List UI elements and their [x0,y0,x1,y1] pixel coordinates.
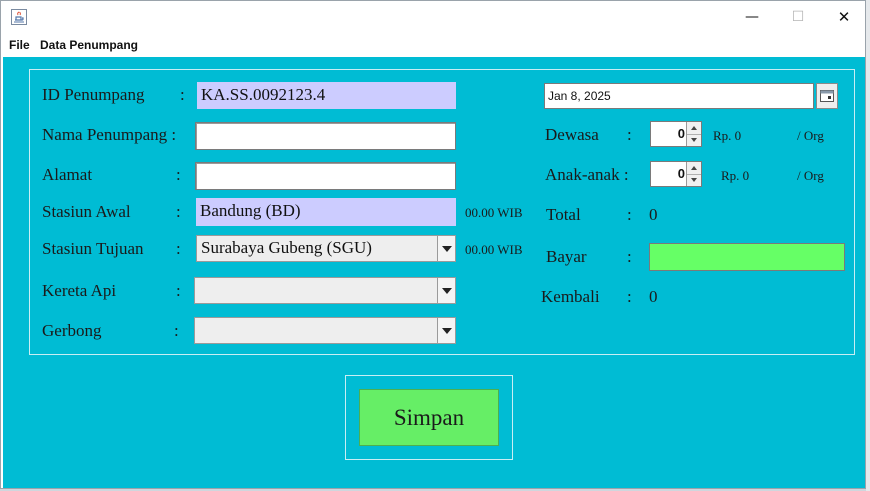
nama-penumpang-label: Nama Penumpang : [42,125,177,144]
chevron-down-icon[interactable] [437,236,455,261]
kembali-value: 0 [649,287,658,306]
stasiun-tujuan-label: Stasiun Tujuan [42,239,144,258]
kereta-api-colon: : [176,281,181,300]
anak-anak-unit: / Org [797,168,824,183]
bayar-input[interactable] [649,243,845,271]
dewasa-colon: : [627,125,632,144]
save-button-frame: Simpan [345,375,513,460]
alamat-colon: : [176,165,181,184]
anak-anak-label: Anak-anak : [545,165,629,184]
stasiun-awal-time: 00.00 WIB [465,205,523,220]
gerbong-label: Gerbong [42,321,102,340]
java-app-icon [11,9,27,25]
dewasa-label: Dewasa [545,125,599,144]
stasiun-awal-label: Stasiun Awal [42,202,131,221]
calendar-icon [820,90,834,102]
gerbong-dropdown[interactable] [194,317,456,344]
gerbong-colon: : [174,321,179,340]
kembali-colon: : [627,287,632,306]
id-penumpang-label: ID Penumpang [42,85,145,104]
close-button[interactable]: ✕ [821,1,867,33]
stasiun-tujuan-time: 00.00 WIB [465,242,523,257]
bayar-colon: : [627,247,632,266]
spinner-down-icon[interactable] [687,174,701,186]
dewasa-count: 0 [677,126,685,141]
spinner-down-icon[interactable] [687,134,701,146]
stasiun-awal-field: Bandung (BD) [196,198,456,226]
dewasa-price: Rp. 0 [713,128,742,143]
stasiun-tujuan-dropdown[interactable]: Surabaya Gubeng (SGU) [196,235,456,262]
menu-data-penumpang[interactable]: Data Penumpang [40,38,138,52]
nama-penumpang-input[interactable] [195,122,456,150]
desktop-background [866,0,870,491]
title-bar: — ☐ ✕ [1,1,865,35]
kembali-label: Kembali [541,287,600,306]
dewasa-spinner[interactable]: 0 [650,121,702,147]
simpan-button[interactable]: Simpan [359,389,499,446]
anak-anak-count: 0 [677,166,685,181]
main-content: ID Penumpang : KA.SS.0092123.4 Nama Penu… [3,57,865,488]
kereta-api-dropdown[interactable] [194,277,456,304]
form-panel: ID Penumpang : KA.SS.0092123.4 Nama Penu… [29,69,855,355]
total-colon: : [627,205,632,224]
dewasa-unit: / Org [797,128,824,143]
minimize-button[interactable]: — [729,1,775,33]
stasiun-tujuan-selected: Surabaya Gubeng (SGU) [201,238,372,257]
id-penumpang-field: KA.SS.0092123.4 [197,82,456,109]
stasiun-awal-colon: : [176,202,181,221]
chevron-down-icon[interactable] [437,318,455,343]
anak-anak-price: Rp. 0 [721,168,750,183]
app-window: — ☐ ✕ File Data Penumpang ID Penumpang :… [0,0,866,489]
alamat-input[interactable] [195,162,456,190]
maximize-button[interactable]: ☐ [775,1,821,33]
stasiun-tujuan-colon: : [176,239,181,258]
menu-file[interactable]: File [9,38,30,52]
anak-anak-spinner[interactable]: 0 [650,161,702,187]
alamat-label: Alamat [42,165,93,184]
chevron-down-icon[interactable] [437,278,455,303]
kereta-api-label: Kereta Api [42,281,117,300]
bayar-label: Bayar [546,247,587,266]
date-picker-field[interactable]: Jan 8, 2025 [544,83,814,109]
total-label: Total [546,205,581,224]
total-value: 0 [649,205,658,224]
menu-bar: File Data Penumpang [1,35,865,55]
id-colon: : [180,85,185,104]
calendar-button[interactable] [816,83,838,109]
